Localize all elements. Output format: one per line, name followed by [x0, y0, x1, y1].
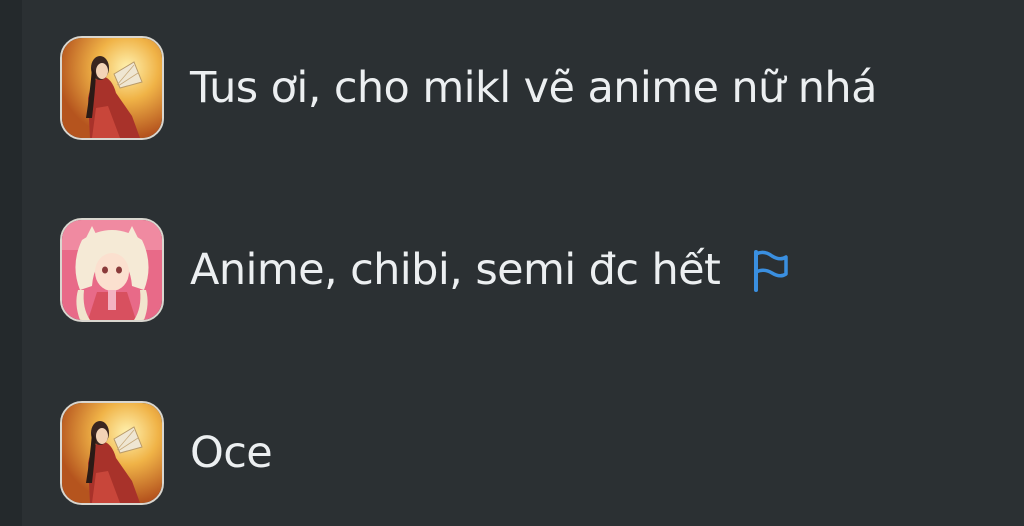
message-item[interactable]: Tus ơi, cho mikl vẽ anime nữ nhá: [60, 34, 1000, 142]
message-item[interactable]: Anime, chibi, semi đc hết: [60, 216, 1000, 324]
avatar-woman-fan-icon[interactable]: [60, 401, 164, 505]
chat-panel: Tus ơi, cho mikl vẽ anime nữ nhá Anime, …: [0, 0, 1024, 526]
message-text: Tus ơi, cho mikl vẽ anime nữ nhá: [190, 62, 877, 113]
left-divider-strip: [0, 0, 22, 526]
avatar-woman-fan-icon[interactable]: [60, 36, 164, 140]
message-text: Oce: [190, 427, 273, 478]
flag-icon[interactable]: [750, 248, 790, 292]
message-item[interactable]: Oce: [60, 399, 1000, 507]
avatar-anime-girl-icon[interactable]: [60, 218, 164, 322]
message-text: Anime, chibi, semi đc hết: [190, 244, 721, 295]
